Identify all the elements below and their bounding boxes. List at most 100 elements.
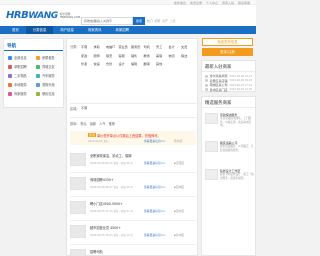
filter-option[interactable]: 厨师: [94, 52, 107, 61]
box-divider: [202, 107, 255, 108]
latest-merchant-row[interactable]: 道里区某店铺 2023-06-06 09:48: [205, 79, 255, 83]
filter-option[interactable]: 外卖: [81, 60, 94, 69]
listing-more-link[interactable]: 查看更多信息>>: [144, 161, 165, 165]
hot-word[interactable]: 热门: [147, 19, 153, 23]
merchant-thumbnail[interactable]: [205, 169, 218, 180]
sidebar-item-pets[interactable]: 宠物天地: [36, 82, 64, 87]
pinned-listing[interactable]: 置顶 单价低开单点以付款后工资结算，充值即可。 2023-06-06 发布 查看…: [70, 131, 196, 145]
filter-option[interactable]: 仓管: [106, 60, 119, 69]
nav-classified[interactable]: 分类信息: [25, 26, 54, 34]
filter-option[interactable]: 保安: [106, 52, 119, 61]
filter-option[interactable]: 翻译: [144, 60, 157, 69]
search-input[interactable]: [94, 18, 132, 24]
sort-recommended[interactable]: 推荐: [109, 121, 115, 126]
filter-option[interactable]: 物流: [169, 52, 182, 61]
list-item[interactable]: 商场招聘4330+ 2023-06-06 08:47 发布 · 浏览 28 次 …: [70, 173, 196, 197]
filter-option[interactable]: 客服: [119, 52, 132, 61]
recommended-item[interactable]: 家政保洁服务 专业家政保洁团队，上门服务，价格实惠，欢迎来电咨询。: [205, 113, 255, 139]
hot-word[interactable]: 招聘: [155, 19, 161, 23]
top-link-service[interactable]: 联系客服: [238, 1, 250, 5]
filter-option[interactable]: 教师: [144, 52, 157, 61]
filter-option[interactable]: 不限: [81, 43, 94, 52]
filter-option[interactable]: 会计: [169, 43, 182, 52]
merchant-name[interactable]: 南岗区某公司: [210, 83, 230, 87]
sidebar-item-business[interactable]: 商家服务: [8, 91, 36, 96]
nav-merchants[interactable]: 商户信息: [53, 26, 81, 34]
category-grid: 全部信息 房屋租售 求职招聘 同城交友 二手物品 汽车服务 本地服务 宠物天地 …: [8, 55, 64, 96]
filter-option[interactable]: 美容: [156, 52, 169, 61]
latest-merchant-row[interactable]: 香坊区某门店 2023-06-05 14:05: [205, 88, 255, 92]
listing-panel: 分类: 不限 求职 电脑IT 营业员 服务员 司机 普工 会计 文员 家政 厨师…: [66, 38, 198, 256]
filter-option[interactable]: 家政: [81, 52, 94, 61]
latest-merchant-row[interactable]: 南岗区某公司 2023-06-05 17:32: [205, 83, 255, 87]
filter-option[interactable]: 普工: [156, 43, 169, 52]
listing-title[interactable]: 全职家政保洁，钟点工，保姆: [90, 153, 131, 158]
filter-option[interactable]: 电脑IT: [106, 43, 119, 52]
listing-title[interactable]: 聘小门店4500-5000+: [90, 201, 123, 206]
sort-popular[interactable]: 人气: [99, 121, 105, 126]
list-item[interactable]: 超市招营业员 4500+ 2023-06-05 15:03 发布 · 浏览 19…: [70, 221, 196, 245]
merchant-thumbnail[interactable]: [205, 141, 218, 152]
list-item[interactable]: 全职家政保洁，钟点工，保姆 2023-06-06 09:12 发布 · 浏览 3…: [70, 149, 196, 173]
nav-merchant-jobs[interactable]: 商家招聘: [108, 26, 136, 34]
listing-more-link[interactable]: 查看更多信息>>: [144, 139, 165, 143]
post-info-button[interactable]: 免费发布信息: [202, 38, 253, 46]
filter-option[interactable]: 编辑: [131, 60, 144, 69]
sidebar-item-secondhand[interactable]: 二手物品: [8, 73, 36, 78]
filter-option[interactable]: 文员: [181, 43, 194, 52]
search-button[interactable]: 搜索: [133, 17, 145, 25]
sidebar-item-all[interactable]: 全部信息: [8, 55, 36, 60]
listing-title[interactable]: 招聘司机: [90, 249, 103, 254]
list-item[interactable]: 聘小门店4500-5000+ 2023-06-05 17:20 发布 · 浏览 …: [70, 197, 196, 221]
top-link-register[interactable]: 免费注册: [190, 1, 202, 5]
filter-option[interactable]: 司机: [144, 43, 157, 52]
hot-word[interactable]: 房产: [162, 19, 168, 23]
listing-thumbnail[interactable]: [70, 153, 86, 166]
sidebar-item-label: 宠物天地: [42, 83, 55, 87]
listing-thumbnail[interactable]: [70, 201, 86, 214]
filter-option[interactable]: 快递: [94, 60, 107, 69]
nav-home[interactable]: 首页: [5, 26, 26, 34]
listing-thumbnail[interactable]: [70, 177, 86, 190]
sort-default[interactable]: 默认: [80, 121, 86, 126]
sidebar-item-jobs[interactable]: 求职招聘: [8, 64, 36, 69]
merchant-thumbnail[interactable]: [205, 113, 218, 124]
sidebar-item-housing[interactable]: 房屋租售: [36, 55, 64, 60]
filter-key-category: 分类:: [70, 45, 78, 49]
list-item[interactable]: 招聘司机: [70, 245, 196, 256]
sort-latest[interactable]: 最新: [90, 121, 96, 126]
login-register-button[interactable]: 登录/注册: [202, 48, 253, 56]
listing-title[interactable]: 单价低开单点以付款后工资结算，充值即可。: [97, 133, 161, 138]
recommended-item[interactable]: 装修设计工作室 提供室内装修设计、施工一站式服务，质量有保障。: [205, 169, 255, 195]
listing-thumbnail[interactable]: [70, 249, 86, 256]
latest-merchant-row[interactable]: 哈尔滨某商家 2023-06-06 10:21: [205, 74, 255, 78]
recommended-item[interactable]: 搬家运输公司 提供居民搬家、公司搬迁、长短途运输等服务。: [205, 141, 255, 167]
listing-title[interactable]: 超市招营业员 4500+: [90, 225, 121, 230]
top-link-merchant[interactable]: 商家入驻: [222, 1, 234, 5]
filter-option[interactable]: 营业员: [119, 43, 132, 52]
site-logo[interactable]: HRBWANG 哈尔滨网 HRBWANG.COM: [6, 10, 80, 22]
sidebar-item-dating[interactable]: 同城交友: [36, 64, 64, 69]
listing-more-link[interactable]: 查看更多信息>>: [144, 209, 165, 213]
filter-option[interactable]: 保洁: [181, 52, 194, 61]
filter-option[interactable]: 不限: [81, 105, 94, 112]
listing-more-link[interactable]: 查看更多信息>>: [144, 185, 165, 189]
listing-more-link[interactable]: 查看更多信息>>: [144, 233, 165, 237]
merchant-name[interactable]: 香坊区某门店: [210, 88, 230, 92]
filter-option[interactable]: 设计: [119, 60, 132, 69]
filter-option[interactable]: 求职: [94, 43, 107, 52]
sidebar-item-convenience[interactable]: 便民信息: [36, 91, 64, 96]
hot-word[interactable]: 二手: [170, 19, 176, 23]
top-link-post[interactable]: 发布信息: [174, 1, 186, 5]
filter-option[interactable]: 服务员: [131, 43, 144, 52]
sidebar-item-local-services[interactable]: 本地服务: [8, 82, 36, 87]
filter-option[interactable]: 其他: [156, 60, 169, 69]
merchant-name[interactable]: 哈尔滨某商家: [210, 74, 230, 78]
filter-option[interactable]: 销售: [131, 52, 144, 61]
sidebar-item-cars[interactable]: 汽车服务: [36, 73, 64, 78]
listing-thumbnail[interactable]: [70, 225, 86, 238]
merchant-name[interactable]: 道里区某店铺: [210, 79, 230, 83]
listing-title[interactable]: 商场招聘4330+: [90, 177, 114, 182]
top-link-user-center[interactable]: 个人中心: [206, 1, 218, 5]
nav-merchant-news[interactable]: 商家资讯: [81, 26, 109, 34]
